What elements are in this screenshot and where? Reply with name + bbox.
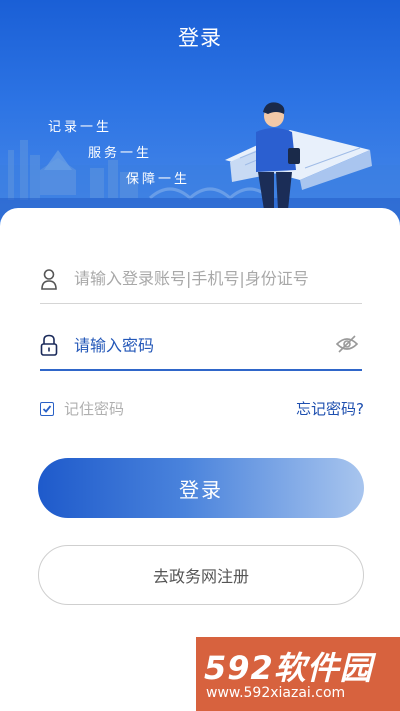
- page-title: 登录: [178, 26, 222, 50]
- person-illustration: [256, 102, 300, 210]
- header-banner: 登录 记录一生 服务一生 保障一生: [0, 0, 400, 230]
- remember-password[interactable]: 记住密码: [40, 398, 124, 419]
- password-input[interactable]: [74, 335, 324, 355]
- password-field: [40, 321, 362, 371]
- watermark-url: www.592xiazai.com: [206, 685, 346, 701]
- check-icon: [42, 404, 52, 413]
- login-button[interactable]: 登录: [38, 458, 364, 518]
- forgot-password-link[interactable]: 忘记密码?: [296, 398, 364, 419]
- slogan-service: 服务一生: [88, 146, 153, 161]
- account-input[interactable]: [74, 269, 324, 288]
- slogan-guarantee: 保障一生: [126, 172, 191, 187]
- watermark: 592软件园 www.592xiazai.com: [196, 637, 400, 711]
- eye-off-icon[interactable]: [335, 335, 359, 357]
- watermark-logo: 592软件园: [204, 649, 373, 687]
- remember-checkbox[interactable]: [40, 401, 54, 416]
- slogan-record: 记录一生: [48, 120, 113, 135]
- account-field: [40, 254, 362, 304]
- remember-label: 记住密码: [64, 400, 125, 418]
- lock-icon: [40, 334, 58, 356]
- user-icon: [40, 268, 58, 290]
- register-button[interactable]: 去政务网注册: [38, 545, 364, 605]
